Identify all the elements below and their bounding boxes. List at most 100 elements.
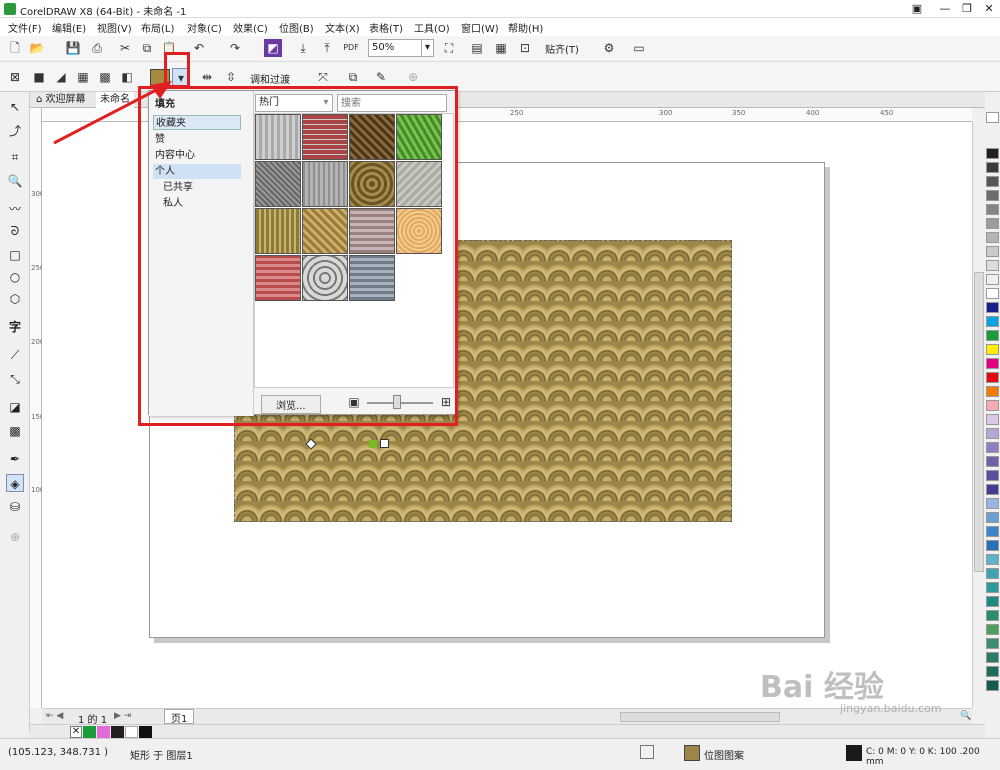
outline-color-indicator[interactable] — [846, 745, 862, 761]
minimize-button[interactable]: — — [934, 1, 956, 17]
color-swatch[interactable] — [986, 386, 999, 397]
rectangle-tool-icon[interactable]: □ — [6, 246, 24, 264]
new-document-icon[interactable]: 🗋 — [6, 39, 24, 57]
doc-color-swatch[interactable] — [139, 726, 152, 738]
color-swatch[interactable] — [986, 204, 999, 215]
color-swatch[interactable] — [986, 484, 999, 495]
menu-effects[interactable]: 效果(C) — [233, 20, 268, 35]
eyedropper-icon[interactable]: ✒ — [6, 450, 24, 468]
menu-object[interactable]: 对象(C) — [187, 20, 222, 35]
menu-table[interactable]: 表格(T) — [369, 20, 403, 35]
export-icon[interactable]: ⤒ — [318, 39, 336, 57]
menu-text[interactable]: 文本(X) — [325, 20, 360, 35]
text-tool-icon[interactable]: 字 — [6, 318, 24, 336]
color-swatch[interactable] — [986, 610, 999, 621]
menu-bitmaps[interactable]: 位图(B) — [279, 20, 314, 35]
color-swatch[interactable] — [986, 190, 999, 201]
parallel-dimension-icon[interactable]: ⟋ — [6, 346, 24, 364]
fill-angle-handle[interactable] — [369, 440, 377, 448]
redo-icon[interactable]: ↷ — [226, 39, 244, 57]
account-icon[interactable]: ▣ — [906, 1, 928, 17]
color-swatch[interactable] — [986, 316, 999, 327]
color-swatch[interactable] — [986, 428, 999, 439]
color-swatch[interactable] — [986, 218, 999, 229]
color-swatch[interactable] — [986, 470, 999, 481]
zoom-to-page-icon[interactable]: ⛶ — [440, 39, 458, 57]
copy-fill-icon[interactable]: ⧉ — [344, 68, 362, 86]
color-swatch[interactable] — [986, 344, 999, 355]
freehand-tool-icon[interactable]: 〰 — [6, 200, 24, 218]
no-fill-icon[interactable]: ⊠ — [6, 68, 24, 86]
color-swatch[interactable] — [986, 456, 999, 467]
uniform-fill-icon[interactable]: ■ — [30, 68, 48, 86]
color-swatch[interactable] — [986, 232, 999, 243]
smart-fill-icon[interactable]: ⛁ — [6, 498, 24, 516]
color-swatch[interactable] — [986, 302, 999, 313]
color-swatch[interactable] — [986, 260, 999, 271]
interactive-fill-icon[interactable]: ◈ — [6, 474, 24, 492]
color-swatch[interactable] — [986, 582, 999, 593]
color-swatch[interactable] — [986, 288, 999, 299]
color-swatch[interactable] — [986, 596, 999, 607]
no-fill-swatch[interactable]: ✕ — [70, 726, 82, 738]
zoom-level-combo[interactable]: 50% ▾ — [368, 39, 434, 57]
menu-help[interactable]: 帮助(H) — [508, 20, 543, 35]
no-color-swatch[interactable] — [986, 112, 999, 123]
color-swatch[interactable] — [986, 540, 999, 551]
horizontal-scrollbar[interactable] — [620, 712, 780, 722]
close-button[interactable]: ✕ — [978, 1, 1000, 17]
save-icon[interactable]: 💾 — [64, 39, 82, 57]
doc-color-swatch[interactable] — [97, 726, 110, 738]
color-swatch[interactable] — [986, 652, 999, 663]
mirror-vertical-icon[interactable]: ⇳ — [222, 68, 240, 86]
first-page-icon[interactable]: ⇤ ◀ — [46, 711, 63, 721]
doc-color-swatch[interactable] — [125, 726, 138, 738]
color-swatch[interactable] — [986, 358, 999, 369]
quick-customize-icon[interactable]: ⊕ — [6, 528, 24, 546]
vertical-scrollbar[interactable] — [972, 122, 985, 708]
mirror-horizontal-icon[interactable]: ⇹ — [198, 68, 216, 86]
blend-transition-menu[interactable]: 调和过渡 — [250, 71, 290, 86]
menu-tools[interactable]: 工具(O) — [414, 20, 450, 35]
color-proof-icon[interactable] — [640, 745, 654, 759]
pick-tool-icon[interactable]: ↖ — [6, 98, 24, 116]
menu-view[interactable]: 视图(V) — [97, 20, 132, 35]
color-swatch[interactable] — [986, 400, 999, 411]
edit-fill-icon[interactable]: ✎ — [372, 68, 390, 86]
zoom-tool-icon[interactable]: 🔍 — [6, 172, 24, 190]
zoom-icon[interactable]: 🔍 — [960, 711, 971, 721]
drop-shadow-icon[interactable]: ◪ — [6, 398, 24, 416]
color-swatch[interactable] — [986, 246, 999, 257]
color-swatch[interactable] — [986, 442, 999, 453]
color-swatch[interactable] — [986, 372, 999, 383]
color-swatch[interactable] — [986, 680, 999, 691]
add-icon[interactable]: ⊕ — [404, 68, 422, 86]
color-swatch[interactable] — [986, 666, 999, 677]
search-content-icon[interactable]: ◩ — [264, 39, 282, 57]
snap-to-menu[interactable]: 贴齐(T) — [545, 41, 579, 56]
cut-icon[interactable]: ✂ — [116, 39, 134, 57]
shape-tool-icon[interactable]: ⤴ — [6, 122, 24, 140]
page-tab-1[interactable]: 页1 — [164, 709, 195, 725]
menu-file[interactable]: 文件(F) — [8, 20, 42, 35]
fill-start-handle[interactable] — [305, 438, 317, 450]
color-swatch[interactable] — [986, 162, 999, 173]
connector-tool-icon[interactable]: ⤡ — [6, 370, 24, 388]
import-icon[interactable]: ⤓ — [294, 39, 312, 57]
fill-end-handle[interactable] — [380, 439, 389, 448]
color-swatch[interactable] — [986, 148, 999, 159]
restore-button[interactable]: ❐ — [956, 1, 978, 17]
full-screen-icon[interactable]: ▤ — [468, 39, 486, 57]
vertical-ruler[interactable]: 300 250 200 150 100 — [30, 108, 44, 708]
color-swatch[interactable] — [986, 176, 999, 187]
color-swatch[interactable] — [986, 274, 999, 285]
publish-pdf-icon[interactable]: PDF — [342, 39, 360, 57]
fill-indicator-icon[interactable] — [684, 745, 700, 761]
color-swatch[interactable] — [986, 638, 999, 649]
rulers-icon[interactable]: ⊡ — [516, 39, 534, 57]
doc-color-swatch[interactable] — [83, 726, 96, 738]
menu-window[interactable]: 窗口(W) — [461, 20, 499, 35]
artistic-media-icon[interactable]: ᘐ — [6, 222, 24, 240]
open-icon[interactable]: 📂 — [28, 39, 46, 57]
doc-color-swatch[interactable] — [111, 726, 124, 738]
